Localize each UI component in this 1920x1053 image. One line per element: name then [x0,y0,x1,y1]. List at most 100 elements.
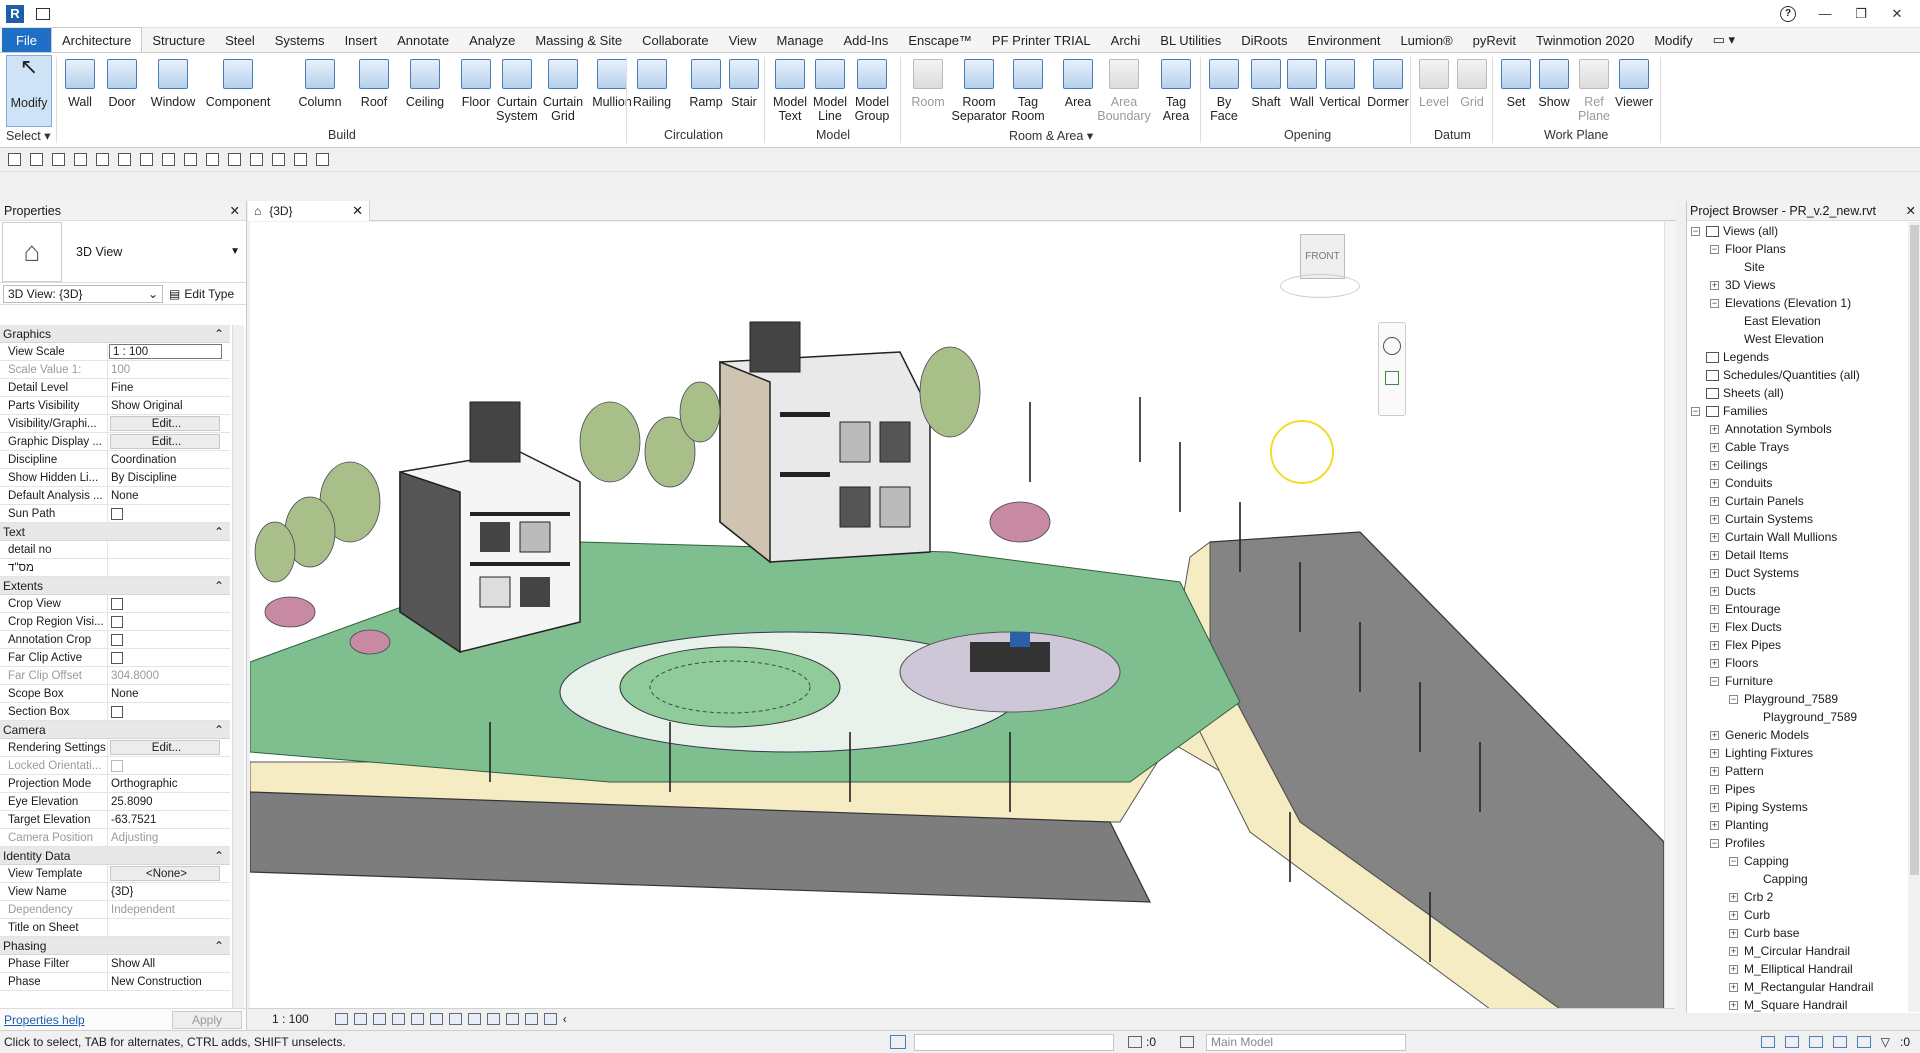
browser-node-legends[interactable]: Legends [1687,348,1907,366]
expand-icon[interactable]: + [1710,802,1719,812]
ribbon-options-icon[interactable]: ▭ ▾ [1703,28,1745,52]
property-value[interactable]: 1 : 100 [109,344,222,359]
tab-twinmotion-2020[interactable]: Twinmotion 2020 [1526,28,1644,52]
open-icon[interactable] [8,153,21,166]
section-phasing[interactable]: Phasing ⌃ [0,937,230,955]
quick-access-icon[interactable] [36,7,50,20]
tab-archi[interactable]: Archi [1101,28,1151,52]
sun-path-icon[interactable] [372,1012,386,1025]
visual-style-icon[interactable] [353,1012,367,1025]
tab-pyrevit[interactable]: pyRevit [1463,28,1526,52]
property-value[interactable]: -63.7521 [108,811,230,828]
browser-node-entourage[interactable]: + Entourage [1687,600,1907,618]
temporary-hide-icon[interactable] [486,1012,500,1025]
level-button[interactable]: Level [1414,55,1454,127]
close-icon[interactable]: ✕ [352,203,363,219]
expand-icon[interactable]: + [1710,658,1719,668]
restore-button[interactable]: ❐ [1854,6,1868,22]
tab-structure[interactable]: Structure [142,28,215,52]
close-icon[interactable]: ✕ [230,203,240,218]
expand-icon[interactable]: + [1710,550,1719,560]
apply-button[interactable]: Apply [172,1010,242,1029]
browser-node-detail-items[interactable]: + Detail Items [1687,546,1907,564]
model-line-button[interactable]: Model Line [808,55,852,127]
select-pinned-icon[interactable] [1808,1036,1823,1048]
checkbox[interactable] [111,597,123,610]
ref-plane-button[interactable]: Ref Plane [1574,55,1614,127]
browser-node-3d-views[interactable]: +3D Views [1687,276,1907,294]
expand-icon[interactable]: + [1710,766,1719,776]
sync-icon[interactable] [74,153,87,166]
tab-enscape[interactable]: Enscape™ [898,28,982,52]
undo-icon[interactable] [96,153,109,166]
expand-icon[interactable]: + [1729,910,1738,920]
collapse-icon[interactable]: ⌃ [214,939,224,953]
browser-node-piping-systems[interactable]: + Piping Systems [1687,798,1907,816]
grid-button[interactable]: Grid [1452,55,1492,127]
properties-scrollbar[interactable] [232,325,244,1015]
viewport-scrollbar[interactable] [1664,222,1676,1009]
browser-node-sheets-all[interactable]: Sheets (all) [1687,384,1907,402]
rendering-icon[interactable] [410,1012,424,1025]
close-button[interactable]: ✕ [1890,6,1904,22]
collapse-icon[interactable]: − [1710,298,1719,308]
tab-3d-view[interactable]: ⌂ {3D} ✕ [248,200,370,221]
browser-node-m-elliptical-handrail[interactable]: + M_Elliptical Handrail [1687,960,1907,978]
checkbox[interactable] [111,651,123,664]
checkbox[interactable] [111,615,123,628]
property-value[interactable]: Orthographic [108,775,230,792]
expand-icon[interactable]: + [1710,496,1719,506]
property-value[interactable] [108,559,230,576]
browser-node-capping[interactable]: − Capping [1687,852,1907,870]
browser-node-site[interactable]: Site [1687,258,1907,276]
expand-icon[interactable]: + [1710,478,1719,488]
browser-node-views-all[interactable]: − Views (all) [1687,222,1907,240]
set-button[interactable]: Set [1496,55,1536,127]
checkbox[interactable] [111,507,123,520]
tab-annotate[interactable]: Annotate [387,28,459,52]
analytical-model-icon[interactable] [524,1012,538,1025]
column-button[interactable]: Column [286,55,354,127]
expand-icon[interactable]: + [1710,460,1719,470]
drag-elements-icon[interactable] [1856,1036,1871,1048]
property-value[interactable]: None [108,487,230,504]
room-separator-button[interactable]: Room Separator [946,55,1012,127]
tag-room-button[interactable]: Tag Room [1004,55,1052,127]
minimize-button[interactable]: — [1818,6,1832,21]
close-icon[interactable]: ✕ [1906,203,1916,218]
property-value[interactable]: {3D} [108,883,230,900]
tab-insert[interactable]: Insert [335,28,388,52]
expand-icon[interactable]: + [1710,604,1719,614]
browser-node-lighting-fixtures[interactable]: + Lighting Fixtures [1687,744,1907,762]
type-selector[interactable]: ⌂ 3D View ▼ [0,221,246,283]
browser-node-elevations-elevation-1[interactable]: − Elevations (Elevation 1) [1687,294,1907,312]
property-value[interactable] [108,541,230,558]
crop-view-icon[interactable] [429,1012,443,1025]
collapse-icon[interactable]: − [1710,244,1719,254]
select-by-face-icon[interactable] [1832,1036,1847,1048]
browser-node-generic-models[interactable]: + Generic Models [1687,726,1907,744]
design-option-field[interactable]: Main Model [1206,1033,1407,1051]
browser-scrollbar-thumb[interactable] [1910,225,1919,875]
section-graphics[interactable]: Graphics ⌃ [0,325,230,343]
view-cube-compass[interactable] [1280,274,1360,298]
ceiling-button[interactable]: Ceiling [400,55,450,127]
open-folder-icon[interactable] [30,153,43,166]
browser-node-curtain-wall-mullions[interactable]: + Curtain Wall Mullions [1687,528,1907,546]
lock-view-icon[interactable] [467,1012,481,1025]
dimension-icon[interactable] [184,153,197,166]
expand-icon[interactable]: + [1729,1000,1738,1010]
expand-icon[interactable]: + [1710,442,1719,452]
railing-button[interactable]: Railing [630,55,674,127]
browser-node-playground-7589[interactable]: − Playground_7589 [1687,690,1907,708]
section-camera[interactable]: Camera ⌃ [0,721,230,739]
save-icon[interactable] [52,153,65,166]
browser-node-ceilings[interactable]: + Ceilings [1687,456,1907,474]
property-value[interactable]: Show Original [108,397,230,414]
chevron-down-icon[interactable]: ▼ [230,246,240,257]
show-crop-icon[interactable] [448,1012,462,1025]
curtain-system-button[interactable]: Curtain System [494,55,540,127]
property-value[interactable]: Edit... [110,434,220,449]
dormer-button[interactable]: Dormer [1362,55,1414,127]
collapse-icon[interactable]: − [1710,676,1719,686]
